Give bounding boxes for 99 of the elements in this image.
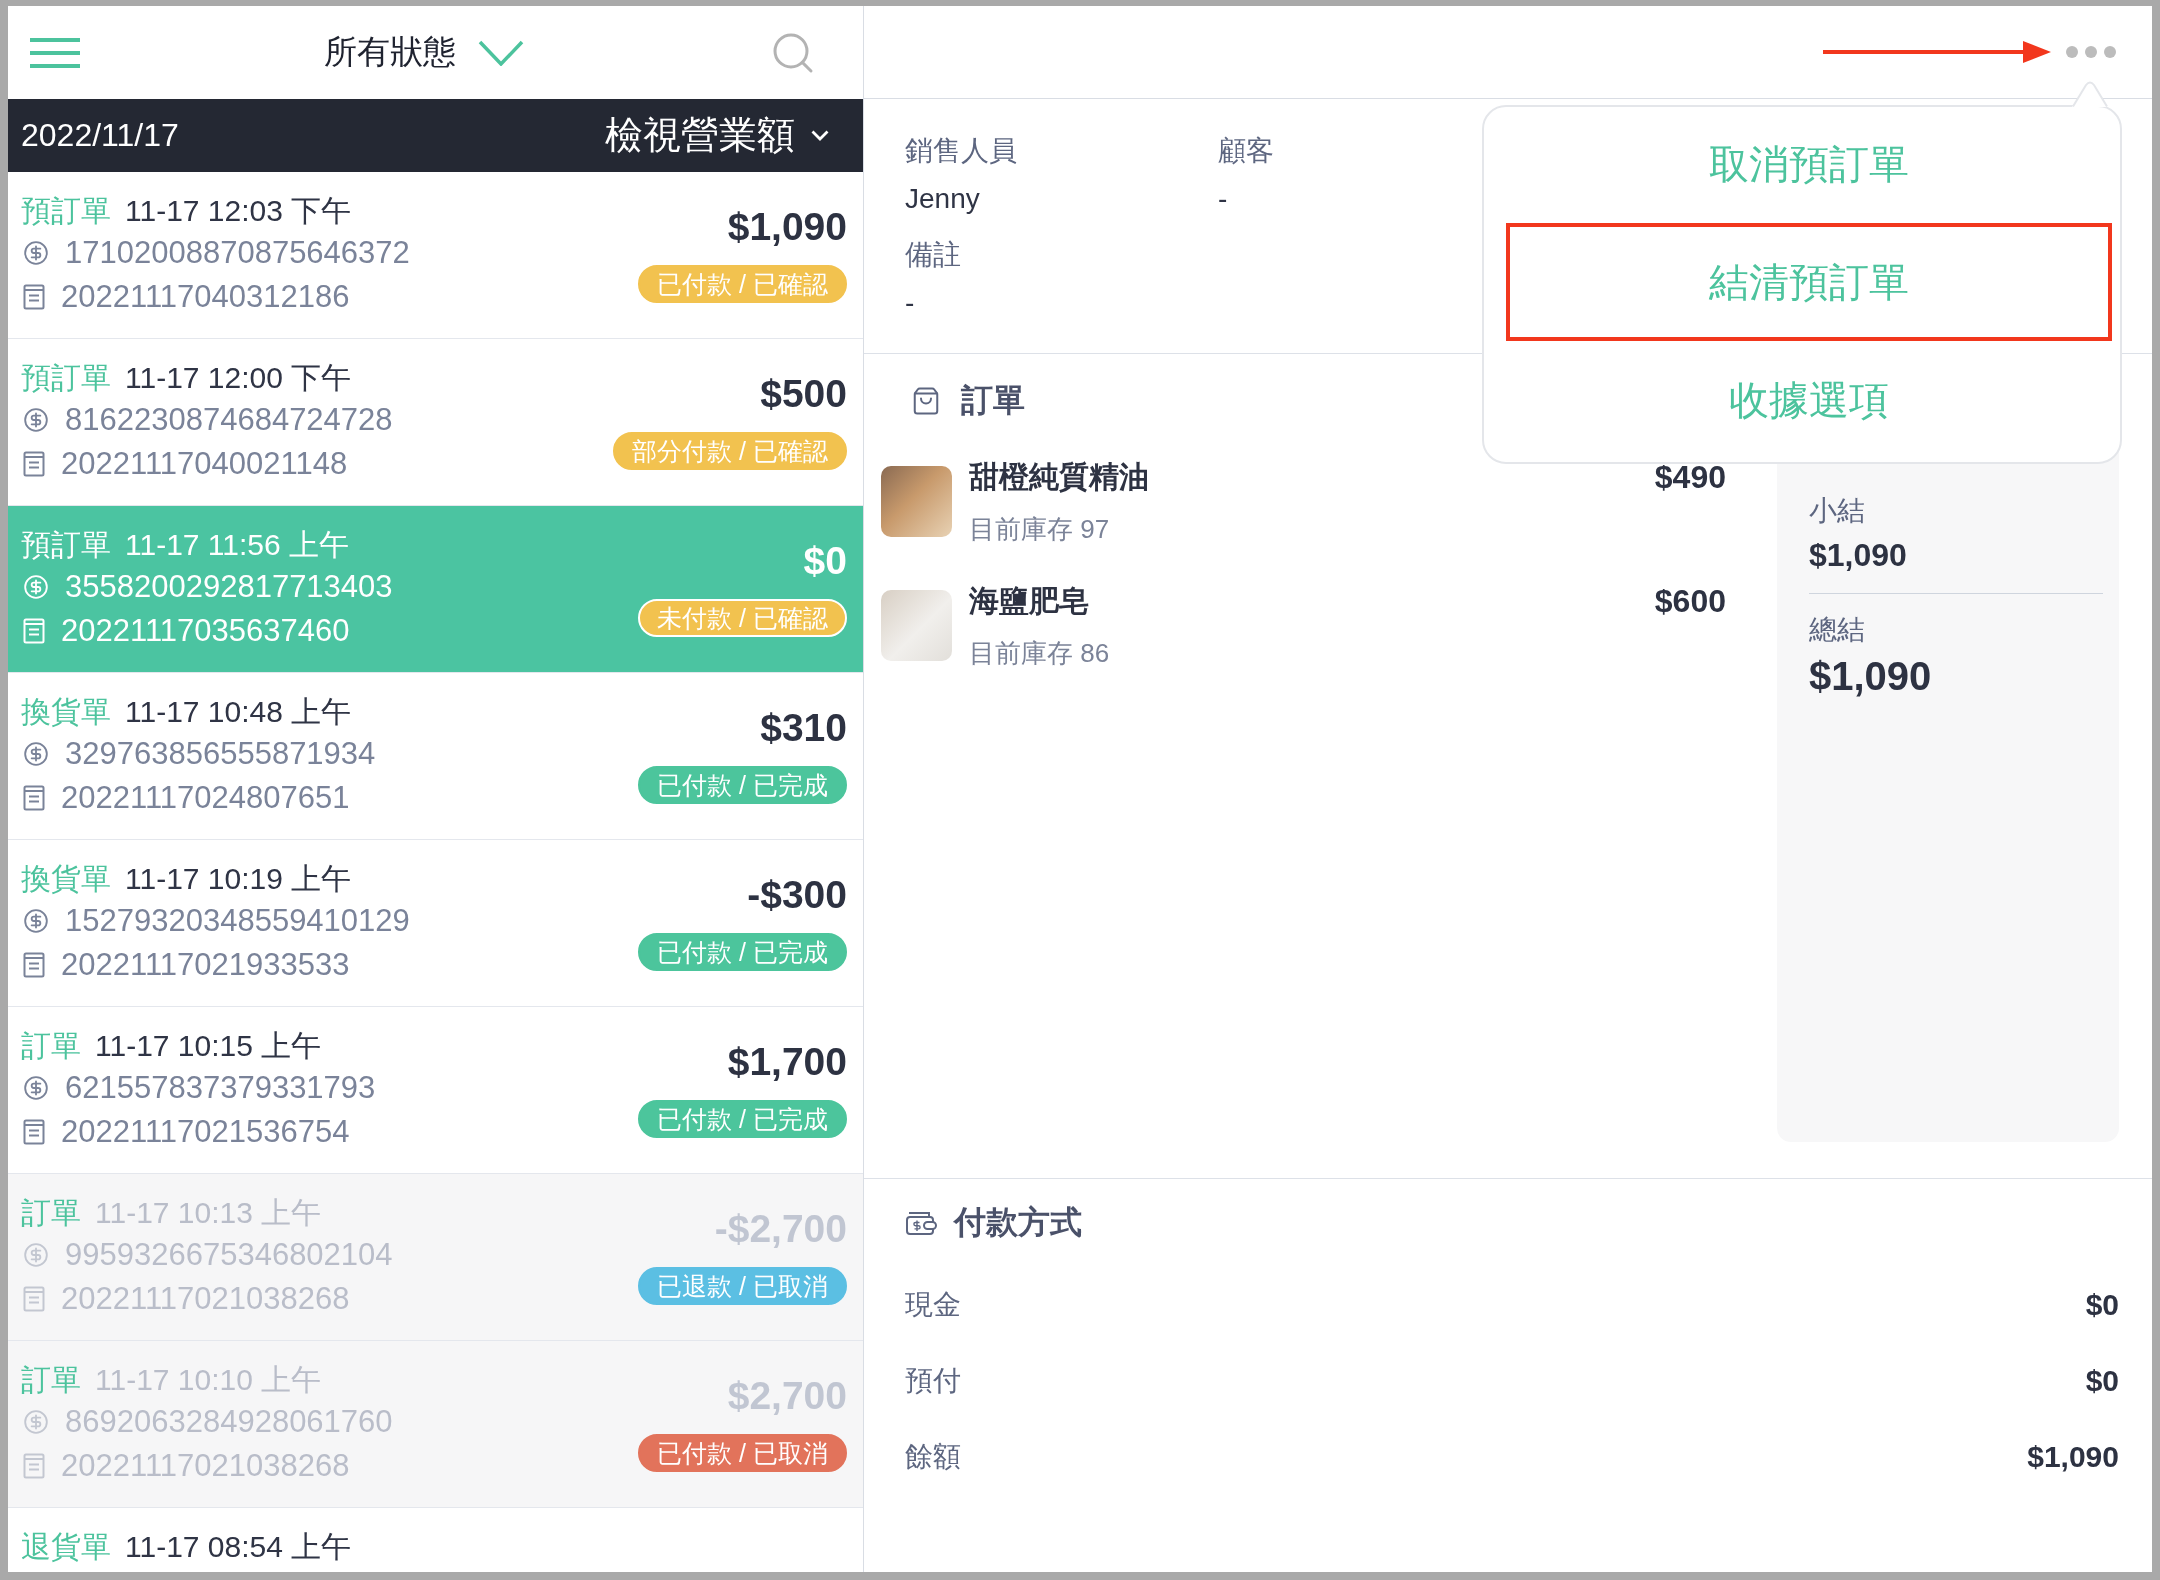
menu-icon[interactable] [30,37,80,68]
field-label: 顧客 [1218,134,1274,168]
order-type: 訂單 [21,1027,81,1064]
product-name: 海鹽肥皂 [969,584,1089,618]
product-price: $490 [1654,460,1726,494]
order-amount: $0 [803,541,847,581]
order-time: 11-17 10:10 上午 [95,1361,322,1398]
product-price: $600 [1654,584,1726,618]
payment-label: 餘額 [905,1440,961,1474]
dollar-icon [23,1409,49,1435]
payment-label: 預付 [905,1364,961,1398]
revenue-button[interactable]: 檢視營業額 [605,110,829,161]
receipt-number: 20221117040312186 [61,279,350,315]
document-icon [23,1453,45,1479]
order-time: 11-17 10:15 上午 [95,1027,322,1064]
payment-value: $1,090 [2027,1440,2119,1474]
document-icon [23,1119,45,1145]
more-icon[interactable] [2065,45,2117,59]
photo-placeholder [881,466,952,537]
order-amount: $310 [760,708,847,748]
dollar-icon [23,908,49,934]
dollar-icon [23,240,49,266]
status-badge: 部分付款 / 已確認 [613,432,847,470]
order-type: 預訂單 [21,359,111,396]
payment-number: 329763856555871934 [65,736,376,772]
order-time: 11-17 12:03 下午 [125,192,352,229]
receipt-number: 20221117021933533 [61,947,350,983]
receipt-number: 20221117021536754 [61,1114,350,1150]
photo-placeholder [881,590,952,661]
order-type: 換貨單 [21,693,111,730]
field-label: 銷售人員 [905,134,1017,168]
receipt-number: 20221117024807651 [61,780,350,816]
status-badge: 已退款 / 已取消 [638,1267,847,1305]
section-title: 訂單 [961,381,1025,420]
payment-number: 8692063284928061760 [65,1404,393,1440]
payment-number: 3558200292817713403 [65,569,393,605]
field-value: Jenny [905,182,980,216]
document-icon [23,284,45,310]
payment-value: $0 [2085,1364,2119,1398]
field-value: - [905,286,915,320]
field-value: - [1218,182,1228,216]
status-filter-button[interactable]: 所有狀態 [323,30,524,75]
order-type: 預訂單 [21,192,111,229]
summary-label: 總結 [1809,613,1865,647]
order-time: 11-17 10:13 上午 [95,1194,322,1231]
stock-label: 目前庫存 86 [969,637,1110,670]
order-type: 預訂單 [21,526,111,563]
payment-number: 17102008870875646372 [65,235,410,271]
payment-number: 621557837379331793 [65,1070,376,1106]
shopping-bag-icon [911,386,941,416]
date-label: 2022/11/17 [21,117,179,154]
document-icon [23,785,45,811]
order-type: 訂單 [21,1361,81,1398]
order-time: 11-17 12:00 下午 [125,359,352,396]
dollar-icon [23,407,49,433]
receipt-number: 20221117021038268 [61,1448,350,1484]
receipt-number: 20221117040021148 [61,446,348,482]
status-badge: 已付款 / 已完成 [638,1100,847,1138]
status-badge: 已付款 / 已確認 [638,265,847,303]
receipt-number: 20221117035637460 [61,613,350,649]
payment-number: 8162230874684724728 [65,402,393,438]
dollar-icon [23,741,49,767]
wallet-icon [905,1210,937,1236]
stock-label: 目前庫存 97 [969,513,1110,546]
summary-label: 小結 [1809,494,1865,528]
order-amount: $1,090 [727,207,847,247]
payment-label: 現金 [905,1288,961,1322]
status-badge: 已付款 / 已取消 [638,1434,847,1472]
order-time: 11-17 11:56 上午 [125,526,350,563]
dollar-icon [23,574,49,600]
payment-value: $0 [2085,1288,2119,1322]
order-amount: $500 [760,374,847,414]
chevron-down-icon [811,130,829,141]
order-type: 換貨單 [21,860,111,897]
summary-value: $1,090 [1809,536,1907,575]
document-icon [23,952,45,978]
document-icon [23,1286,45,1312]
order-type: 退貨單 [21,1528,111,1565]
document-icon [23,618,45,644]
product-name: 甜橙純質精油 [969,460,1149,494]
status-badge: 已付款 / 已完成 [638,933,847,971]
field-label: 備註 [905,238,961,272]
order-amount: $1,700 [727,1042,847,1082]
dollar-icon [23,1075,49,1101]
section-title: 付款方式 [954,1203,1082,1242]
payment-number: 15279320348559410129 [65,903,410,939]
order-time: 11-17 10:48 上午 [125,693,352,730]
order-time: 11-17 10:19 上午 [125,860,352,897]
dollar-icon [23,1242,49,1268]
order-type: 訂單 [21,1194,81,1231]
order-amount: -$300 [747,875,847,915]
payment-number: 9959326675346802104 [65,1237,393,1273]
status-badge: 已付款 / 已完成 [638,766,847,804]
document-icon [23,451,45,477]
summary-value: $1,090 [1809,653,1932,700]
chevron-down-icon [477,39,524,66]
receipt-number: 20221117021038268 [61,1281,350,1317]
status-badge: 未付款 / 已確認 [638,599,847,637]
order-time: 11-17 08:54 上午 [125,1528,352,1565]
